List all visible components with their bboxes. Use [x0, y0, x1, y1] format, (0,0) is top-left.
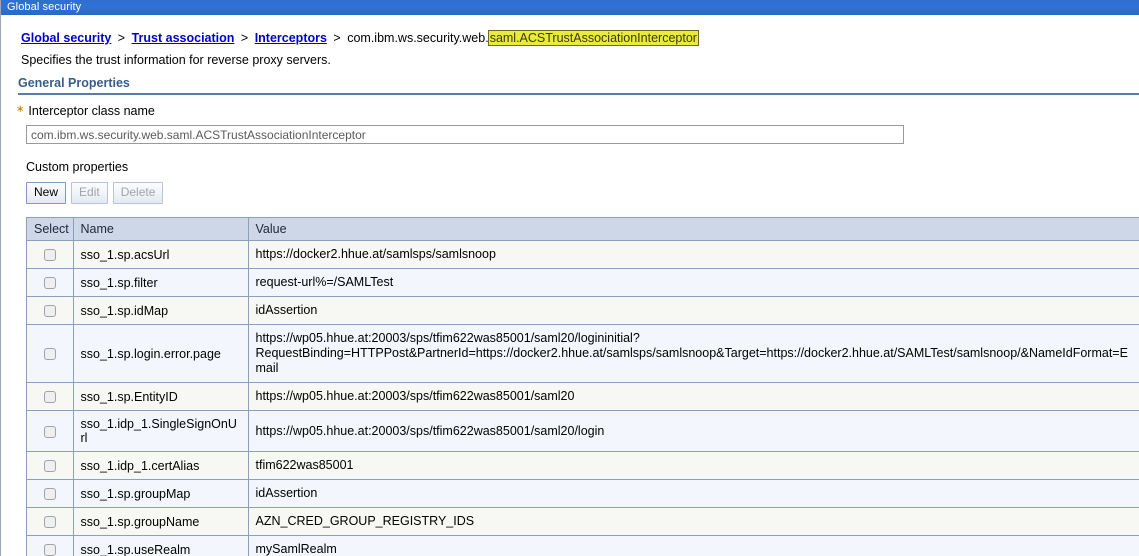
- row-name-cell: sso_1.sp.groupName: [73, 507, 249, 536]
- breadcrumb-separator: >: [333, 31, 341, 45]
- table-header-row: Select Name Value: [27, 218, 1139, 241]
- custom-properties-heading: Custom properties: [26, 160, 129, 174]
- table-row: sso_1.sp.EntityID https://wp05.hhue.at:20…: [27, 382, 1139, 411]
- custom-properties-toolbar: New Edit Delete: [26, 182, 1139, 204]
- row-name-cell: sso_1.sp.groupMap: [73, 479, 249, 508]
- window-title-bar: Global security: [1, 0, 1139, 15]
- row-name-cell: sso_1.idp_1.SingleSignOnUrl: [73, 410, 249, 452]
- table-row: sso_1.sp.groupMap idAssertion: [27, 479, 1139, 508]
- row-select-checkbox[interactable]: [43, 488, 56, 501]
- row-select-checkbox[interactable]: [43, 516, 56, 529]
- row-select-checkbox[interactable]: [43, 277, 56, 290]
- row-name-cell: sso_1.sp.login.error.page: [73, 324, 249, 383]
- interceptor-class-name-input[interactable]: [26, 125, 904, 144]
- row-select-cell: [27, 324, 74, 383]
- breadcrumb-separator: >: [240, 31, 249, 45]
- table-row: sso_1.sp.useRealm mySamlRealm: [27, 535, 1139, 556]
- custom-properties-table-wrap: Select Name Value sso_1.sp.acsUrl https:/…: [26, 217, 1139, 556]
- row-value-cell: https://docker2.hhue.at/samlsps/samlsnoo…: [248, 240, 1139, 269]
- row-value-cell: tfim622was85001: [248, 451, 1139, 480]
- interceptor-class-name-label-row: ∗ Interceptor class name: [16, 104, 1139, 118]
- table-row: sso_1.idp_1.SingleSignOnUrl https://wp05.…: [27, 410, 1139, 452]
- row-select-cell: [27, 268, 74, 297]
- row-name-cell: sso_1.sp.idMap: [73, 296, 249, 325]
- window-title: Global security: [7, 1, 82, 13]
- row-select-cell: [27, 451, 74, 480]
- row-value-cell: https://wp05.hhue.at:20003/sps/tfim622wa…: [248, 324, 1139, 383]
- breadcrumb-separator: >: [117, 31, 126, 45]
- row-select-checkbox[interactable]: [43, 425, 56, 438]
- page-content: Global security > Trust association > In…: [1, 15, 1139, 556]
- column-header-name: Name: [73, 218, 249, 241]
- row-select-cell: [27, 382, 74, 411]
- row-select-cell: [27, 479, 74, 508]
- row-select-checkbox[interactable]: [43, 544, 56, 556]
- table-row: sso_1.sp.acsUrl https://docker2.hhue.at/s…: [27, 240, 1139, 269]
- row-value-cell: https://wp05.hhue.at:20003/sps/tfim622wa…: [248, 382, 1139, 411]
- row-value-cell: AZN_CRED_GROUP_REGISTRY_IDS: [248, 507, 1139, 536]
- row-select-checkbox[interactable]: [43, 460, 56, 473]
- table-row: sso_1.sp.filter request-url%=/SAMLTest: [27, 268, 1139, 297]
- row-select-checkbox[interactable]: [43, 305, 56, 318]
- breadcrumb-link-global-security[interactable]: Global security: [21, 31, 111, 45]
- row-value-cell: https://wp05.hhue.at:20003/sps/tfim622wa…: [248, 410, 1139, 452]
- row-value-cell: idAssertion: [248, 296, 1139, 325]
- table-row: sso_1.sp.login.error.page https://wp05.hh…: [27, 324, 1139, 383]
- breadcrumb: Global security > Trust association > In…: [1, 15, 1139, 46]
- required-field-marker: ∗: [16, 104, 25, 115]
- column-header-select: Select: [27, 218, 74, 241]
- row-name-cell: sso_1.sp.filter: [73, 268, 249, 297]
- table-row: sso_1.sp.idMap idAssertion: [27, 296, 1139, 325]
- row-select-checkbox[interactable]: [43, 249, 56, 262]
- row-select-cell: [27, 296, 74, 325]
- row-select-cell: [27, 240, 74, 269]
- row-select-checkbox[interactable]: [43, 391, 56, 404]
- row-select-cell: [27, 507, 74, 536]
- global-security-page: Global security Global security > Trust …: [0, 0, 1139, 556]
- custom-properties-table: Select Name Value sso_1.sp.acsUrl https:/…: [27, 218, 1139, 556]
- row-select-cell: [27, 535, 74, 556]
- breadcrumb-current-prefix: com.ibm.ws.security.web.: [347, 31, 489, 45]
- delete-button: Delete: [112, 182, 164, 204]
- row-value-cell: mySamlRealm: [248, 535, 1139, 556]
- page-description: Specifies the trust information for reve…: [21, 53, 331, 67]
- table-row: sso_1.idp_1.certAlias tfim622was85001: [27, 451, 1139, 480]
- breadcrumb-link-interceptors[interactable]: Interceptors: [255, 31, 327, 45]
- new-button[interactable]: New: [26, 182, 67, 204]
- general-properties-heading: General Properties: [18, 76, 130, 90]
- row-name-cell: sso_1.sp.useRealm: [73, 535, 249, 556]
- row-value-cell: idAssertion: [248, 479, 1139, 508]
- table-row: sso_1.sp.groupName AZN_CRED_GROUP_REGISTR…: [27, 507, 1139, 536]
- row-select-checkbox[interactable]: [43, 348, 56, 361]
- row-select-cell: [27, 410, 74, 452]
- edit-button: Edit: [71, 182, 108, 204]
- breadcrumb-current-highlight: saml.ACSTrustAssociationInterceptor: [487, 30, 699, 46]
- section-divider: [18, 93, 1139, 95]
- row-value-cell: request-url%=/SAMLTest: [248, 268, 1139, 297]
- breadcrumb-link-trust-association[interactable]: Trust association: [132, 31, 235, 45]
- row-name-cell: sso_1.sp.acsUrl: [73, 240, 249, 269]
- row-name-cell: sso_1.idp_1.certAlias: [73, 451, 249, 480]
- column-header-value: Value: [248, 218, 1139, 241]
- row-name-cell: sso_1.sp.EntityID: [73, 382, 249, 411]
- interceptor-class-name-label: Interceptor class name: [28, 104, 155, 118]
- custom-properties-table-body: sso_1.sp.acsUrl https://docker2.hhue.at/s…: [27, 240, 1139, 556]
